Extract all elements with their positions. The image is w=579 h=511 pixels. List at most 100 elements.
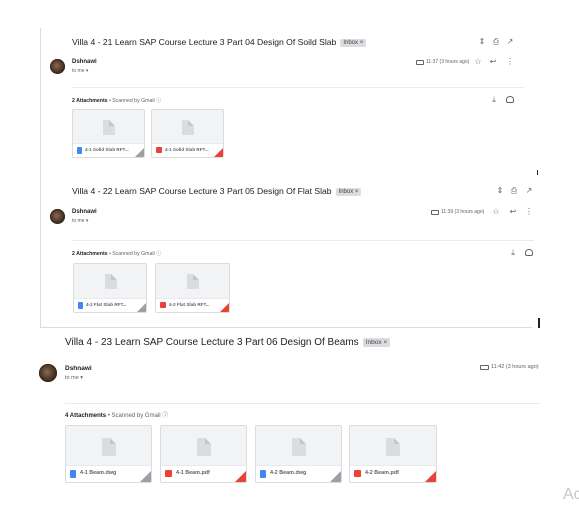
download-all-icon[interactable]: ⤓ <box>490 96 498 104</box>
doc-file-icon <box>260 470 266 478</box>
pdf-file-icon <box>160 302 166 308</box>
fold-corner <box>135 148 144 157</box>
recipient-details[interactable]: to me ▾ <box>72 68 88 74</box>
fold-corner <box>214 148 223 157</box>
doc-file-icon <box>70 470 76 478</box>
star-icon[interactable]: ☆ <box>492 208 500 216</box>
attachment-card[interactable]: 4-1 Solid Slab RFT... <box>151 109 224 158</box>
recipient-details[interactable]: to me ▾ <box>72 218 88 224</box>
attachment-filename: 4-1 Beam.dwg <box>80 470 117 476</box>
cursor-mark <box>538 318 540 328</box>
add-to-drive-icon[interactable] <box>525 249 533 256</box>
open-new-window-icon[interactable]: ↗ <box>525 187 533 195</box>
attachments-count: 4 Attachments <box>65 413 107 419</box>
attachment-card[interactable]: 4-2 Flat Slab RFT... <box>73 263 147 313</box>
email-timestamp: 11:37 (3 hours ago) <box>426 59 470 65</box>
print-icon[interactable]: ⎙ <box>492 38 500 46</box>
email-subject: Villa 4 - 22 Learn SAP Course Lecture 3 … <box>72 186 362 196</box>
inbox-label-badge[interactable]: Inbox × <box>335 187 362 196</box>
avatar[interactable] <box>50 209 65 224</box>
attachments-count: 2 Attachments <box>72 98 108 104</box>
attachments-count: 2 Attachments <box>72 251 108 257</box>
expand-all-icon[interactable]: ⇕ <box>478 38 486 46</box>
fold-corner <box>425 471 436 482</box>
file-thumbnail-icon <box>105 274 117 289</box>
file-thumbnail-icon <box>103 120 115 135</box>
download-all-icon[interactable]: ⤓ <box>509 249 517 257</box>
thread-border <box>40 178 41 328</box>
attachment-card[interactable]: 4-1 Beam.dwg <box>65 425 152 483</box>
add-to-drive-icon[interactable] <box>506 96 514 103</box>
inbox-label-badge[interactable]: Inbox × <box>340 38 367 47</box>
attachment-filename: 4-2 Beam.dwg <box>270 470 307 476</box>
attachment-card[interactable]: 4-2 Flat Slab RFT... <box>155 263 230 313</box>
fold-corner <box>235 471 246 482</box>
file-thumbnail-icon <box>182 120 194 135</box>
fold-corner <box>137 303 146 312</box>
attachment-card[interactable]: 4-2 Beam.dwg <box>255 425 342 483</box>
file-thumbnail-icon <box>197 438 211 456</box>
recipient-details[interactable]: to me ▾ <box>65 375 83 381</box>
attachment-footer: 4-1 Solid Slab RFT... <box>152 143 223 157</box>
reply-icon[interactable]: ↩ <box>489 58 497 66</box>
attachment-card[interactable]: 4-1 Solid Slab RFT... <box>72 109 145 158</box>
reply-icon[interactable]: ↩ <box>509 208 517 216</box>
scanned-by-gmail: • Scanned by Gmail ⓘ <box>106 413 169 419</box>
sender-name[interactable]: Dshnawi <box>65 365 92 372</box>
label-icon[interactable] <box>431 210 439 215</box>
attachment-footer: 4-2 Flat Slab RFT... <box>74 298 146 312</box>
pdf-file-icon <box>165 470 172 477</box>
doc-file-icon <box>77 147 82 154</box>
inbox-label-badge[interactable]: Inbox × <box>362 337 391 347</box>
doc-file-icon <box>78 302 83 309</box>
print-icon[interactable]: ⎙ <box>510 187 518 195</box>
more-options-icon[interactable]: ⋮ <box>506 58 514 66</box>
attachment-filename: 4-1 Solid Slab RFT... <box>165 147 209 152</box>
attachment-footer: 4-1 Solid Slab RFT... <box>73 143 144 157</box>
attachment-footer: 4-2 Flat Slab RFT... <box>156 298 229 312</box>
file-thumbnail-icon <box>187 274 199 289</box>
sender-name[interactable]: Dshnawi <box>72 209 97 215</box>
fold-corner <box>330 471 341 482</box>
attachment-footer: 4-2 Beam.pdf <box>350 465 436 482</box>
attachment-card[interactable]: 4-1 Beam.pdf <box>160 425 247 483</box>
file-thumbnail-icon <box>292 438 306 456</box>
attachment-filename: 4-2 Beam.pdf <box>365 470 399 476</box>
watermark-text: Ac <box>563 486 579 503</box>
pdf-file-icon <box>156 147 162 153</box>
email-timestamp: 11:42 (3 hours ago) <box>491 364 539 370</box>
thread-bottom-border <box>40 327 532 328</box>
subject-text: Villa 4 - 23 Learn SAP Course Lecture 3 … <box>65 337 359 348</box>
divider <box>65 403 540 404</box>
attachment-filename: 4-2 Flat Slab RFT... <box>169 302 210 307</box>
file-thumbnail-icon <box>102 438 116 456</box>
more-options-icon[interactable]: ⋮ <box>525 208 533 216</box>
scanned-by-gmail: • Scanned by Gmail ⓘ <box>107 98 162 104</box>
file-thumbnail-icon <box>386 438 400 456</box>
attachment-filename: 4-2 Flat Slab RFT... <box>86 302 127 307</box>
email-subject: Villa 4 - 23 Learn SAP Course Lecture 3 … <box>65 337 391 348</box>
avatar[interactable] <box>50 59 65 74</box>
divider <box>72 87 524 88</box>
label-icon[interactable] <box>416 60 424 65</box>
attachment-footer: 4-1 Beam.pdf <box>161 465 246 482</box>
attachment-footer: 4-1 Beam.dwg <box>66 465 151 482</box>
attachments-header: 4 Attachments • Scanned by Gmail ⓘ <box>65 410 168 419</box>
attachment-filename: 4-1 Beam.pdf <box>176 470 210 476</box>
pdf-file-icon <box>354 470 361 477</box>
fold-corner <box>140 471 151 482</box>
subject-text: Villa 4 - 21 Learn SAP Course Lecture 3 … <box>72 37 337 47</box>
star-icon[interactable]: ☆ <box>474 58 482 66</box>
attachment-footer: 4-2 Beam.dwg <box>256 465 341 482</box>
label-icon[interactable] <box>480 365 489 370</box>
fold-corner <box>220 303 229 312</box>
avatar[interactable] <box>39 364 57 382</box>
cursor-mark <box>537 170 538 175</box>
open-new-window-icon[interactable]: ↗ <box>506 38 514 46</box>
subject-text: Villa 4 - 22 Learn SAP Course Lecture 3 … <box>72 186 332 196</box>
sender-name[interactable]: Dshnawi <box>72 59 97 65</box>
expand-all-icon[interactable]: ⇕ <box>496 187 504 195</box>
email-timestamp: 11:39 (3 hours ago) <box>441 209 485 215</box>
attachments-header: 2 Attachments • Scanned by Gmail ⓘ <box>72 250 161 257</box>
attachment-card[interactable]: 4-2 Beam.pdf <box>349 425 437 483</box>
